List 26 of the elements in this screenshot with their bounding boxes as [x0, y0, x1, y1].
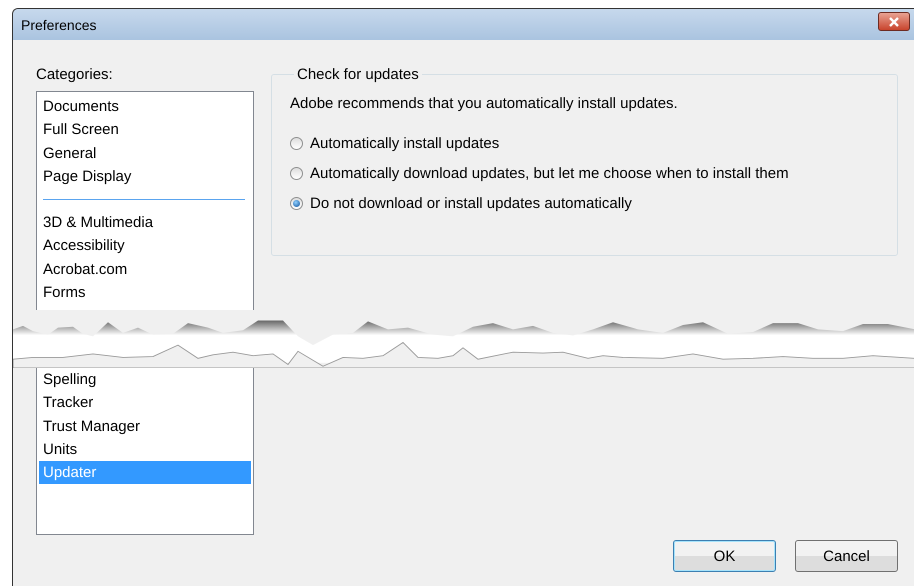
category-item[interactable]: Tracker: [39, 391, 251, 415]
category-item[interactable]: 3D & Multimedia: [39, 211, 251, 234]
radio-button[interactable]: [290, 196, 303, 210]
radio-button[interactable]: [290, 166, 303, 180]
category-item[interactable]: Full Screen: [39, 118, 251, 142]
radio-option[interactable]: Automatically download updates, but let me choose when to install them: [290, 158, 879, 188]
category-item[interactable]: Accessibility: [39, 234, 251, 258]
category-item[interactable]: Documents: [39, 95, 251, 118]
category-item[interactable]: General: [39, 142, 251, 165]
category-item[interactable]: Forms: [39, 281, 251, 304]
radio-option[interactable]: Do not download or install updates automatically: [290, 188, 879, 218]
categories-label: Categories:: [36, 66, 114, 85]
close-button[interactable]: [878, 12, 910, 31]
category-item[interactable]: Trust Manager: [39, 414, 251, 438]
cancel-button[interactable]: Cancel: [795, 540, 898, 572]
category-item[interactable]: Acrobat.com: [39, 258, 251, 282]
radio-button[interactable]: [290, 136, 303, 150]
close-icon: [888, 16, 900, 26]
category-item[interactable]: Page Display: [39, 164, 251, 188]
category-item[interactable]: Spelling: [39, 368, 251, 392]
group-title: Check for updates: [296, 66, 420, 83]
category-item[interactable]: Units: [39, 438, 251, 462]
description-text: Adobe recommends that you automatically install updates.: [290, 95, 679, 112]
window-title: Preferences: [21, 16, 96, 32]
ok-button[interactable]: OK: [673, 540, 776, 572]
radio-option[interactable]: Automatically install updates: [290, 128, 879, 158]
